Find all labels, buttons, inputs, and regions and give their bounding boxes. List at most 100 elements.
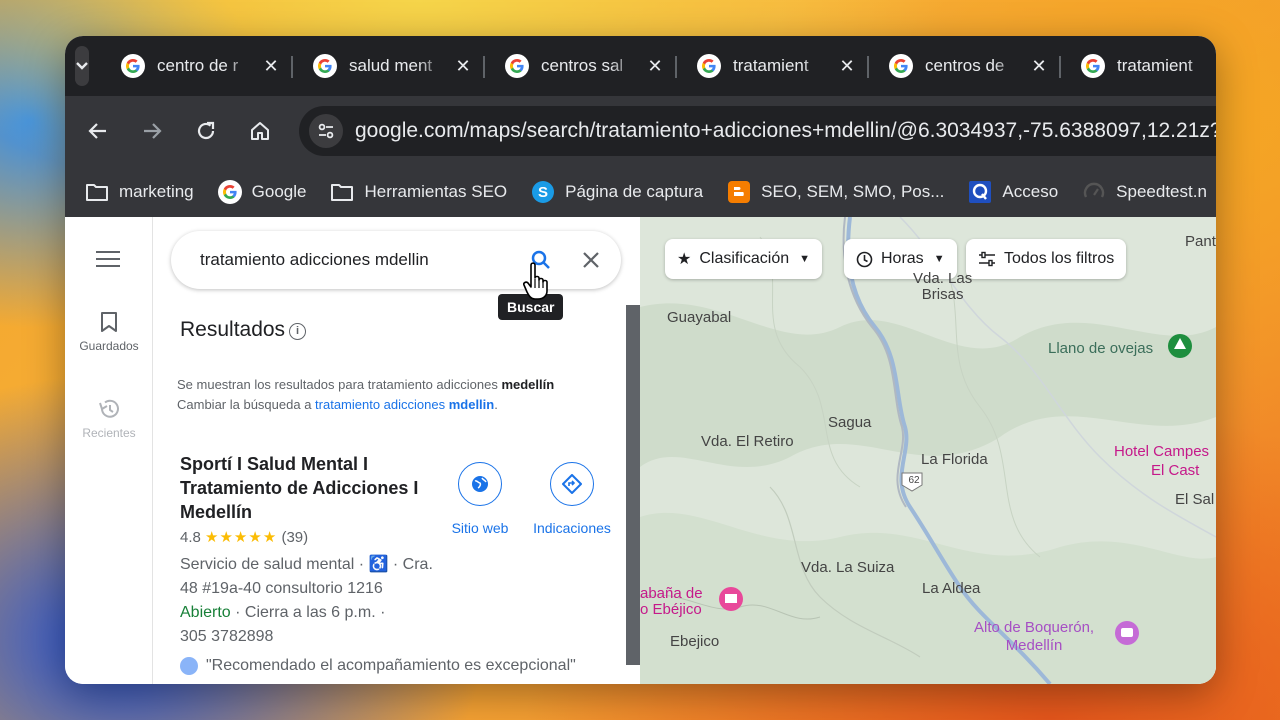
site-settings-icon[interactable]: [309, 114, 343, 148]
map-label-sagua: Sagua: [828, 414, 872, 431]
browser-tab[interactable]: tratamient✕: [677, 46, 869, 86]
bookmark-item[interactable]: marketing: [85, 180, 194, 204]
tab-search-button[interactable]: [75, 46, 89, 86]
google-icon: [217, 179, 242, 204]
directions-label: Indicaciones: [533, 520, 611, 536]
map-label-brisas: Vda. Las Brisas: [913, 270, 973, 303]
maps-content: Guardados Recientes tratamiento adiccion…: [65, 217, 1216, 684]
google-favicon-icon: [1081, 54, 1105, 78]
results-title-text: Resultados: [180, 318, 286, 341]
browser-tab[interactable]: salud ment ✕: [293, 46, 485, 86]
change-prefix: Cambiar la búsqueda a: [177, 397, 316, 412]
google-favicon-icon: [121, 54, 145, 78]
rail-saved-label: Guardados: [79, 339, 139, 353]
bookmark-label: Google: [251, 181, 307, 201]
tab-strip: centro de r ✕ salud ment ✕ centros sal ✕ trata…: [65, 36, 1216, 96]
close-tab-icon[interactable]: ✕: [837, 56, 857, 77]
back-button[interactable]: [71, 111, 125, 151]
close-tab-icon[interactable]: ✕: [645, 56, 665, 77]
address-bar[interactable]: google.com/maps/search/tratamiento+adicc…: [299, 106, 1216, 156]
business-name[interactable]: Sportí I Salud Mental I Tratamiento de A…: [180, 452, 440, 524]
star-icon: ★: [677, 251, 692, 268]
bookmark-label: Acceso: [1002, 181, 1059, 201]
directions-button[interactable]: Indicaciones: [522, 462, 622, 536]
close-tab-icon[interactable]: ✕: [261, 56, 281, 77]
search-input[interactable]: tratamiento adicciones mdellin: [200, 250, 521, 270]
tab-title: salud ment: [349, 56, 433, 75]
bookmark-item[interactable]: S Página de captura: [531, 180, 703, 204]
filter-all-label: Todos los filtros: [1004, 250, 1115, 267]
route-62-label: 62: [908, 475, 920, 486]
business-phone: 305 3782898: [180, 628, 274, 645]
map-canvas[interactable]: ★ Clasificación ▼ Horas ▼ Todos los filt…: [640, 217, 1216, 684]
map-label-aldea: La Aldea: [922, 580, 981, 597]
bookmarks-bar: marketing Google Herramientas SEO S Página d…: [65, 166, 1216, 217]
tab-title: centros de: [925, 56, 1005, 75]
filter-all[interactable]: Todos los filtros: [966, 239, 1127, 279]
filter-rating[interactable]: ★ Clasificación ▼: [665, 239, 823, 279]
browser-tab[interactable]: tratamient✕: [1061, 46, 1216, 86]
business-rating: 4.8 ★★★★★ (39): [180, 528, 308, 546]
svg-text:S: S: [538, 184, 548, 201]
globe-icon: [472, 476, 488, 492]
clock-icon: [856, 251, 873, 267]
open-status: Abierto: [180, 604, 231, 621]
map-label-ebejico: Ebejico: [670, 633, 720, 650]
map-label-suiza: Vda. La Suiza: [801, 559, 895, 576]
bookmark-label: Página de captura: [565, 181, 704, 201]
caret-down-icon: ▼: [799, 253, 811, 265]
filter-hours-label: Horas: [881, 250, 924, 267]
chevron-down-icon: [76, 62, 88, 70]
google-favicon-icon: [505, 54, 529, 78]
info-icon[interactable]: i: [289, 323, 307, 340]
map-label-elsal: El Sal: [1175, 491, 1215, 508]
browser-tab[interactable]: centro de r ✕: [101, 46, 293, 86]
rail-saved[interactable]: Guardados: [65, 311, 153, 353]
map-label-cabana[interactable]: abaña de o Ebéjico: [640, 586, 703, 618]
forward-button[interactable]: [125, 111, 179, 151]
bookmark-label: Speedtest.n: [1116, 181, 1207, 201]
business-hours: · Cierra a las 6 p.m. ·: [230, 604, 386, 621]
home-button[interactable]: [233, 111, 287, 151]
website-label: Sitio web: [451, 520, 509, 536]
s-icon: S: [531, 180, 555, 204]
search-box[interactable]: tratamiento adicciones mdellin: [171, 231, 621, 289]
rail-recent[interactable]: Recientes: [65, 398, 153, 440]
results-panel: tratamiento adicciones mdellin Buscar Re…: [153, 217, 640, 684]
browser-tab[interactable]: centros de ✕: [869, 46, 1061, 86]
bookmark-item[interactable]: Google: [217, 179, 307, 204]
original-query-link[interactable]: tratamiento adicciones mdellin: [315, 397, 494, 412]
clear-search-button[interactable]: [561, 250, 621, 270]
menu-icon[interactable]: [96, 251, 120, 272]
rating-value: 4.8: [180, 529, 201, 546]
bookmark-item[interactable]: Speedtest.n: [1082, 180, 1207, 204]
change-suffix: .: [494, 397, 498, 412]
results-scrollbar[interactable]: [626, 305, 640, 665]
reload-button[interactable]: [179, 111, 233, 151]
map-label-llano: Llano de ovejas: [1048, 340, 1154, 357]
map-label-elcast: El Cast: [1151, 462, 1200, 479]
reviewer-avatar: [180, 657, 198, 675]
filter-rating-label: Clasificación: [699, 250, 790, 267]
sliders-icon: [979, 251, 995, 267]
bookmark-item[interactable]: Acceso: [968, 180, 1058, 204]
maps-side-rail: Guardados Recientes: [65, 217, 153, 684]
directions-icon: [562, 474, 582, 494]
map-label-guayabal: Guayabal: [667, 309, 732, 326]
bookmark-label: marketing: [119, 181, 194, 201]
map-label-boqueron[interactable]: Alto de Boquerón, Medellín: [974, 619, 1094, 655]
close-tab-icon[interactable]: ✕: [453, 56, 473, 77]
map-label-hotel: Hotel Campes: [1114, 443, 1210, 460]
bookmark-label: Herramientas SEO: [364, 181, 508, 201]
website-button[interactable]: Sitio web: [430, 462, 530, 536]
tab-title: centros sal: [541, 56, 624, 75]
bookmark-item[interactable]: SEO, SEM, SMO, Pos...: [727, 180, 944, 204]
close-tab-icon[interactable]: ✕: [1029, 56, 1049, 77]
browser-tab[interactable]: centros sal ✕: [485, 46, 677, 86]
rail-recent-label: Recientes: [82, 426, 136, 440]
q-icon: [968, 180, 992, 204]
bookmark-item[interactable]: Herramientas SEO: [330, 180, 507, 204]
blogger-icon: [727, 180, 751, 204]
business-category: Servicio de salud mental ·: [180, 556, 369, 573]
home-icon: [251, 122, 269, 140]
